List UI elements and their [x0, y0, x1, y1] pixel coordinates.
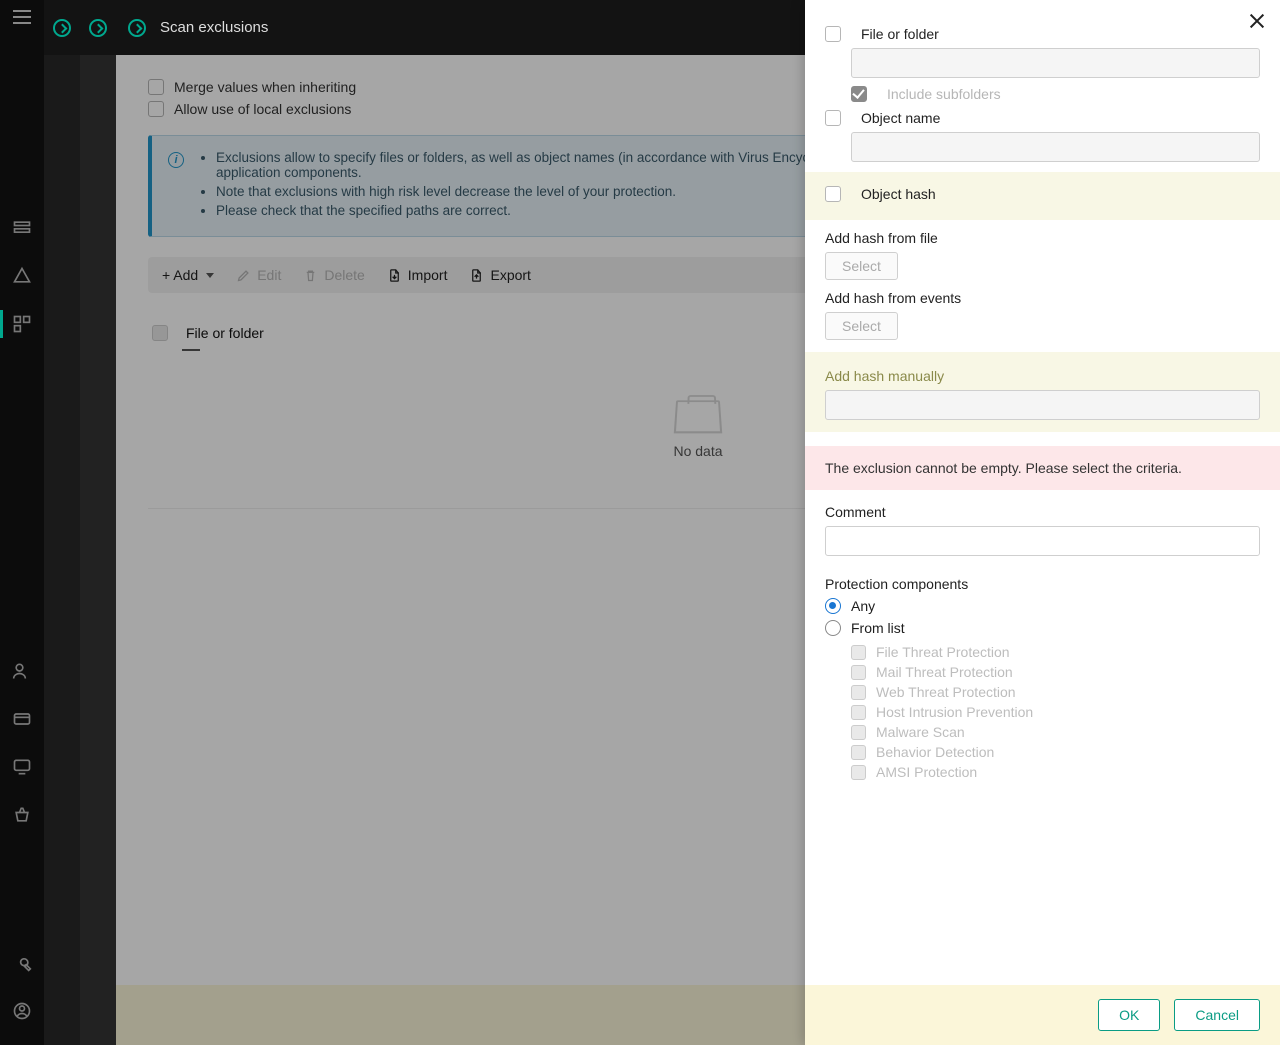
file-or-folder-option[interactable]: File or folder: [825, 26, 1260, 42]
close-icon[interactable]: [1248, 12, 1266, 30]
rail-item-2[interactable]: [12, 266, 32, 286]
component-item: Behavior Detection: [851, 744, 1260, 760]
checkbox-icon: [851, 765, 866, 780]
breadcrumb-col-2-body: [80, 55, 116, 1045]
checkbox-icon: [851, 685, 866, 700]
comment-label: Comment: [825, 504, 1260, 520]
comment-input[interactable]: [825, 526, 1260, 556]
component-item: File Threat Protection: [851, 644, 1260, 660]
object-hash-option[interactable]: Object hash: [825, 186, 1260, 202]
include-subfolders-option: Include subfolders: [851, 86, 1260, 102]
component-item: Web Threat Protection: [851, 684, 1260, 700]
panel-footer: OK Cancel: [805, 985, 1280, 1045]
checkbox-icon: [851, 665, 866, 680]
checkbox-icon[interactable]: [825, 186, 841, 202]
checkbox-icon: [851, 86, 867, 102]
exclusion-panel: File or folder Include subfolders Object…: [805, 0, 1280, 1045]
rail-wrench-icon[interactable]: [12, 953, 32, 973]
select-hash-file-button[interactable]: Select: [825, 252, 898, 280]
label: File or folder: [861, 26, 939, 42]
component-item: Malware Scan: [851, 724, 1260, 740]
file-path-input[interactable]: [851, 48, 1260, 78]
add-hash-events-label: Add hash from events: [825, 290, 1260, 306]
hash-manual-input[interactable]: [825, 390, 1260, 420]
object-name-option[interactable]: Object name: [825, 110, 1260, 126]
validation-error: The exclusion cannot be empty. Please se…: [805, 446, 1280, 490]
component-item: AMSI Protection: [851, 764, 1260, 780]
chevron-right-icon: [53, 19, 71, 37]
label: Object name: [861, 110, 940, 126]
checkbox-icon[interactable]: [825, 26, 841, 42]
ok-button[interactable]: OK: [1098, 999, 1160, 1031]
checkbox-icon: [851, 645, 866, 660]
radio-icon[interactable]: [825, 598, 841, 614]
rail-item-3[interactable]: [12, 314, 32, 334]
page-title: Scan exclusions: [160, 19, 268, 36]
menu-icon[interactable]: [13, 10, 31, 24]
radio-label: Any: [851, 598, 875, 614]
label: Object hash: [861, 186, 936, 202]
cancel-button[interactable]: Cancel: [1174, 999, 1260, 1031]
nav-rail: [0, 0, 44, 1045]
radio-icon[interactable]: [825, 620, 841, 636]
rail-card-icon[interactable]: [12, 709, 32, 729]
rail-monitor-icon[interactable]: [12, 757, 32, 777]
chevron-right-icon[interactable]: [128, 19, 146, 37]
radio-label: From list: [851, 620, 905, 636]
protection-components-label: Protection components: [825, 576, 1260, 592]
breadcrumb-col-1[interactable]: [44, 0, 80, 55]
checkbox-icon: [851, 725, 866, 740]
add-hash-file-label: Add hash from file: [825, 230, 1260, 246]
radio-any[interactable]: Any: [825, 598, 1260, 614]
components-list: File Threat Protection Mail Threat Prote…: [851, 644, 1260, 780]
object-name-input[interactable]: [851, 132, 1260, 162]
radio-from-list[interactable]: From list: [825, 620, 1260, 636]
component-item: Mail Threat Protection: [851, 664, 1260, 680]
label: Include subfolders: [887, 86, 1001, 102]
checkbox-icon: [851, 745, 866, 760]
breadcrumb-col-1-body: [44, 55, 80, 1045]
breadcrumb-col-2[interactable]: [80, 0, 116, 55]
add-hash-manual-label: Add hash manually: [825, 368, 1260, 384]
rail-account-icon[interactable]: [12, 1001, 32, 1021]
select-hash-events-button[interactable]: Select: [825, 312, 898, 340]
component-item: Host Intrusion Prevention: [851, 704, 1260, 720]
checkbox-icon: [851, 705, 866, 720]
checkbox-icon[interactable]: [825, 110, 841, 126]
rail-item-1[interactable]: [12, 218, 32, 238]
chevron-right-icon: [89, 19, 107, 37]
rail-basket-icon[interactable]: [12, 805, 32, 825]
rail-users-icon[interactable]: [12, 661, 32, 681]
